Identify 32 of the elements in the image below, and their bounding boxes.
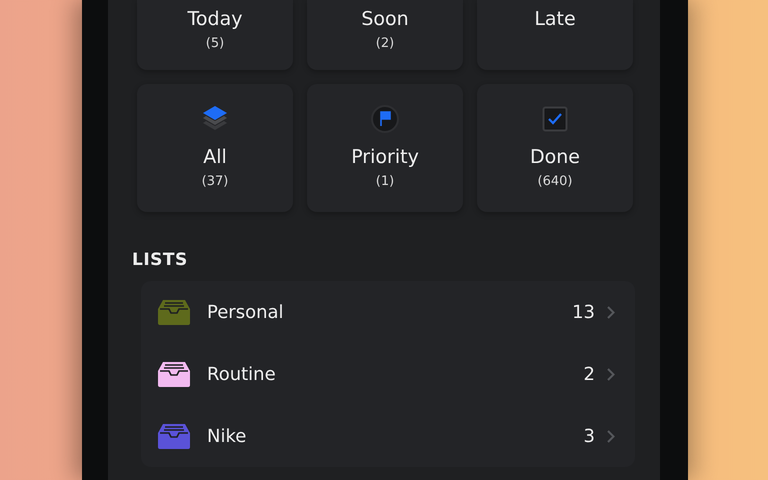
smart-list-card[interactable]: Today (5) [137,0,293,70]
lists-heading: LISTS [132,250,188,270]
list-row[interactable]: Routine 2 [141,343,635,405]
list-name: Routine [207,364,277,384]
smart-list-card[interactable]: Late [477,0,633,70]
smart-list-label: Today [188,8,242,30]
list-count: 2 [584,364,595,384]
list-name: Nike [207,426,248,446]
smart-list-count: (5) [206,36,224,51]
flag-icon [370,104,400,134]
list-row[interactable]: Personal 13 [141,281,635,343]
chevron-icon [607,368,615,380]
smart-list-card[interactable]: Soon (2) [307,0,463,70]
smart-list-count: (37) [202,174,228,189]
chevron-icon [607,430,615,442]
chevron-icon [607,306,615,318]
smart-list-label: All [203,146,227,168]
list-row[interactable]: Nike 3 [141,405,635,467]
smart-list-count: (1) [376,174,394,189]
smart-list-card[interactable]: Priority (1) [307,84,463,212]
smart-list-label: Priority [351,146,419,168]
smart-list-card[interactable]: Done (640) [477,84,633,212]
list-name: Personal [207,302,285,322]
list-count: 3 [584,426,595,446]
list-count: 13 [572,302,595,322]
smart-list-label: Late [534,8,576,30]
checkbox-icon [542,106,568,132]
smart-list-count: (2) [376,36,394,51]
smart-list-count: (640) [538,174,572,189]
smart-list-label: Soon [361,8,409,30]
smart-list-card[interactable]: All (37) [137,84,293,212]
smart-list-label: Done [530,146,580,168]
